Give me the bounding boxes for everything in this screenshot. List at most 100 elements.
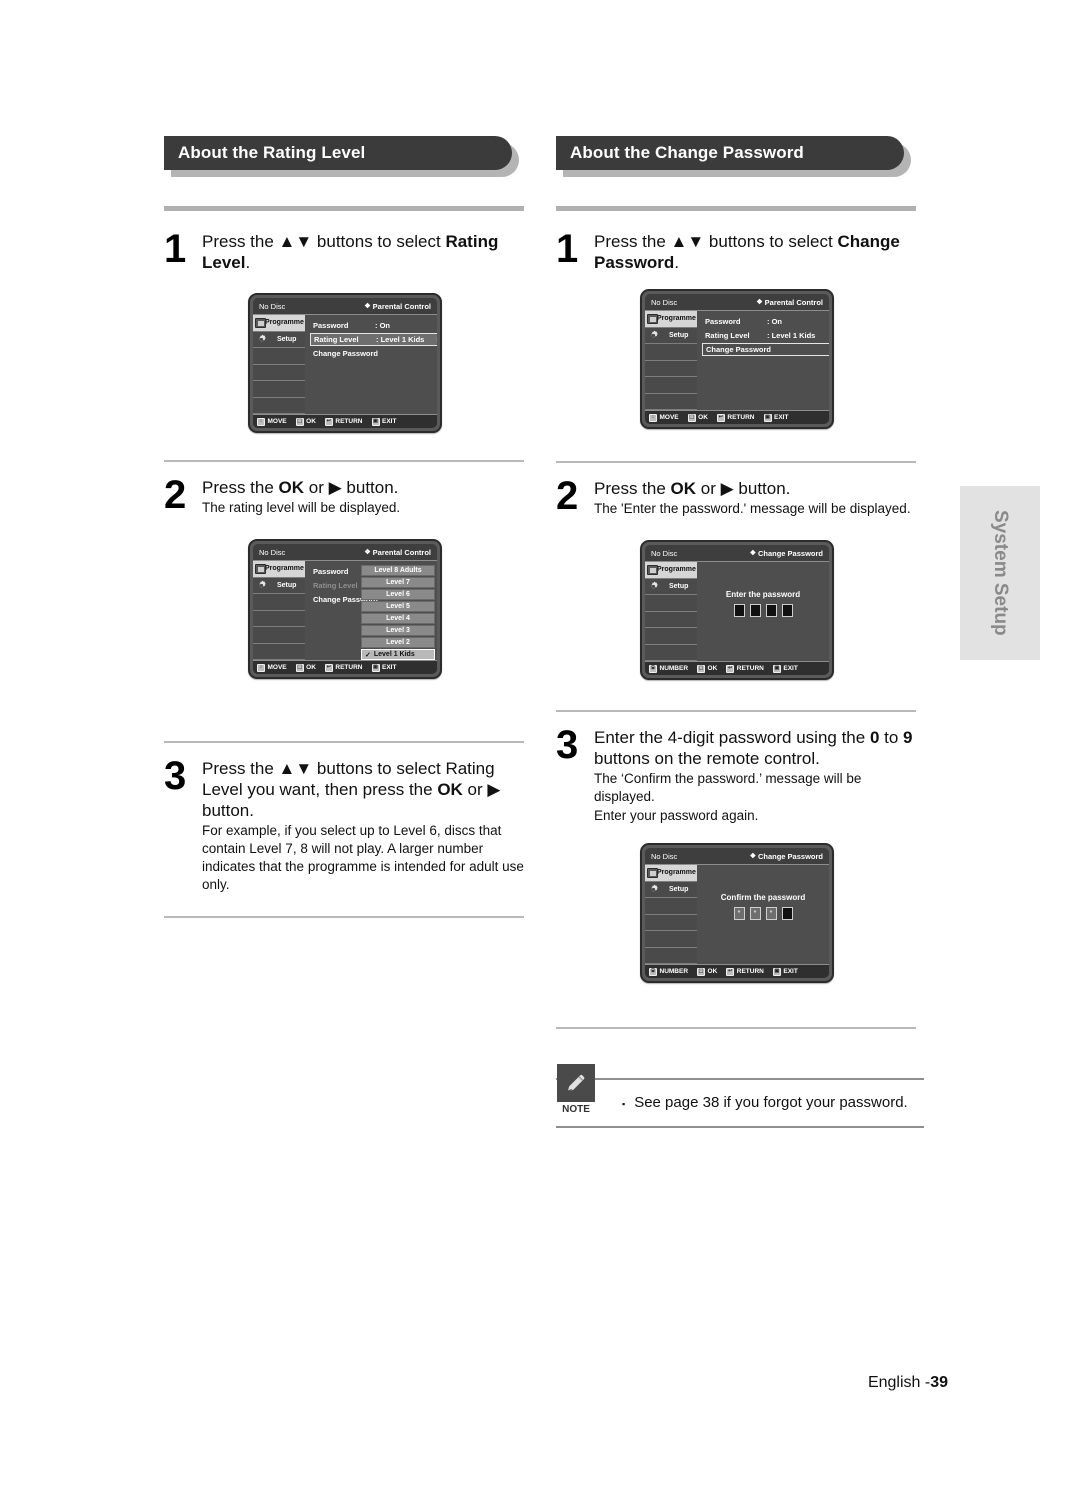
sidebar-item-label: Setup: [669, 885, 689, 893]
menu-row-password[interactable]: Password : On ▸: [310, 319, 437, 332]
level-option[interactable]: Level 7: [361, 577, 435, 588]
sidebar-empty-row: [253, 627, 305, 644]
step-2-password: 2 Press the OK or ▶ button. The 'Enter t…: [556, 476, 916, 518]
sidebar-item-setup[interactable]: Setup: [645, 328, 697, 344]
tv-password-panel: Enter the password: [697, 562, 829, 661]
menu-row-change-password[interactable]: Change Password ▸: [702, 343, 829, 356]
menu-row-password[interactable]: Password : On ▸: [702, 315, 829, 328]
chevron-right-icon: ▸: [433, 350, 437, 357]
menu-label: Password: [313, 321, 349, 330]
sidebar-item-setup[interactable]: Setup: [253, 578, 305, 594]
sidebar-item-setup[interactable]: Setup: [645, 579, 697, 595]
gear-icon: [651, 581, 658, 588]
tv-sidebar: Programme Setup: [253, 561, 305, 660]
step-body: Press the OK or ▶ button. The rating lev…: [202, 475, 524, 517]
step-3-rating: 3 Press the ▲▼ buttons to select Rating …: [164, 756, 524, 894]
tv-menu-panel: Password Rating Level Change Password Le…: [305, 561, 437, 660]
pencil-icon: [568, 1075, 585, 1091]
hint-move: ↕ MOVE: [257, 417, 287, 426]
text-part: buttons to select: [704, 232, 838, 251]
password-digit-box[interactable]: *: [749, 907, 761, 920]
ok-key-icon: ⬚: [687, 413, 696, 422]
tv-body: Programme Setup: [253, 561, 437, 660]
level-option-selected[interactable]: ✓ Level 1 Kids: [361, 649, 435, 660]
menu-row-change-password[interactable]: Change Password ▸: [310, 347, 437, 360]
hint-exit: ▣ EXIT: [772, 664, 798, 673]
level-option[interactable]: Level 5: [361, 601, 435, 612]
right-arrow-icon: ▶: [720, 479, 734, 498]
section-banner-change-password: About the Change Password: [556, 136, 916, 182]
text-part: button.: [202, 801, 254, 820]
step-detail-2: Enter your password again.: [594, 808, 759, 823]
step-body: Press the OK or ▶ button. The 'Enter the…: [594, 476, 916, 518]
hint-label: RETURN: [736, 968, 764, 975]
step-detail: The rating level will be displayed.: [202, 500, 401, 515]
level-option[interactable]: Level 8 Adults: [361, 565, 435, 576]
step-divider: [556, 1027, 916, 1029]
level-option[interactable]: Level 3: [361, 625, 435, 636]
sidebar-empty-row: [645, 595, 697, 612]
level-option[interactable]: Level 2: [361, 637, 435, 648]
text-part: to: [879, 728, 904, 747]
tv-inner: No Disc ❖ Change Password Programme Setup: [645, 848, 829, 978]
hint-label: MOVE: [267, 664, 287, 671]
tv-screen-enter-password: No Disc ❖ Change Password Programme Setup: [640, 540, 834, 680]
text-part: or: [462, 780, 488, 799]
disc-status: No Disc: [651, 548, 678, 558]
menu-value: : Level 1 Kids: [376, 335, 425, 344]
page-footer: English -39: [0, 1374, 1080, 1392]
return-key-icon: ↩: [726, 967, 735, 976]
note-text-row: ▪ See page 38 if you forgot your passwor…: [596, 1080, 924, 1126]
sidebar-item-label: Setup: [669, 331, 689, 339]
step-divider: [556, 710, 916, 712]
step-divider: [164, 916, 524, 918]
sidebar-item-setup[interactable]: Setup: [645, 882, 697, 898]
sidebar-empty-row: [645, 915, 697, 931]
tv-sidebar: Programme Setup: [645, 865, 697, 964]
sidebar-item-programme[interactable]: Programme: [645, 865, 697, 882]
step-number: 1: [164, 227, 186, 271]
tv-footer-hints: ↕ MOVE ⬚ OK ↩ RETURN ▣ EXIT: [645, 410, 829, 424]
sidebar-item-programme[interactable]: Programme: [645, 311, 697, 328]
sidebar-item-label: Programme: [657, 869, 696, 877]
tv-screen-password-menu: No Disc ❖ Parental Control Programme Setu…: [640, 289, 834, 429]
menu-row-rating-level[interactable]: Rating Level : Level 1 Kids ▸: [702, 329, 829, 342]
level-option[interactable]: Level 4: [361, 613, 435, 624]
level-label: Level 7: [386, 579, 410, 586]
password-digit-box[interactable]: *: [765, 907, 777, 920]
sidebar-empty-row: [645, 612, 697, 628]
level-option[interactable]: Level 6: [361, 589, 435, 600]
hint-label: MOVE: [267, 418, 287, 425]
note-label: NOTE: [562, 1104, 590, 1115]
hint-label: EXIT: [783, 968, 798, 975]
move-key-icon: ↕: [257, 663, 265, 672]
step-divider: [556, 461, 916, 463]
hint-move: ↕ MOVE: [649, 413, 679, 422]
tv-status-bar: No Disc ❖ Parental Control: [253, 544, 437, 561]
section-divider: [164, 206, 524, 211]
menu-heading: ❖ Change Password: [750, 549, 823, 558]
step-1-password: 1 Press the ▲▼ buttons to select Change …: [556, 229, 916, 273]
sidebar-item-programme[interactable]: Programme: [253, 561, 305, 578]
menu-row-rating-level[interactable]: Rating Level : Level 1 Kids ▸: [310, 333, 437, 346]
hint-label: OK: [707, 665, 718, 672]
text-part: or: [304, 478, 329, 497]
password-digit-box[interactable]: *: [733, 907, 745, 920]
section-divider: [556, 206, 916, 211]
sidebar-item-programme[interactable]: Programme: [253, 315, 305, 332]
password-digit-box[interactable]: [733, 604, 745, 617]
password-digit-box-active[interactable]: [781, 907, 793, 920]
diamond-icon: ❖: [756, 298, 763, 306]
tv-menu-panel: Password : On ▸ Rating Level : Level 1 K…: [697, 311, 829, 410]
password-digit-box[interactable]: [781, 604, 793, 617]
step-instruction: Press the OK or ▶ button.: [202, 477, 524, 498]
footer-language: English -: [867, 1374, 931, 1391]
password-digit-box[interactable]: [765, 604, 777, 617]
hint-label: OK: [698, 414, 708, 421]
hint-label: RETURN: [736, 665, 764, 672]
sidebar-empty-row: [253, 611, 305, 627]
sidebar-empty-row: [253, 348, 305, 365]
sidebar-item-setup[interactable]: Setup: [253, 332, 305, 348]
sidebar-item-programme[interactable]: Programme: [645, 562, 697, 579]
password-digit-box[interactable]: [749, 604, 761, 617]
